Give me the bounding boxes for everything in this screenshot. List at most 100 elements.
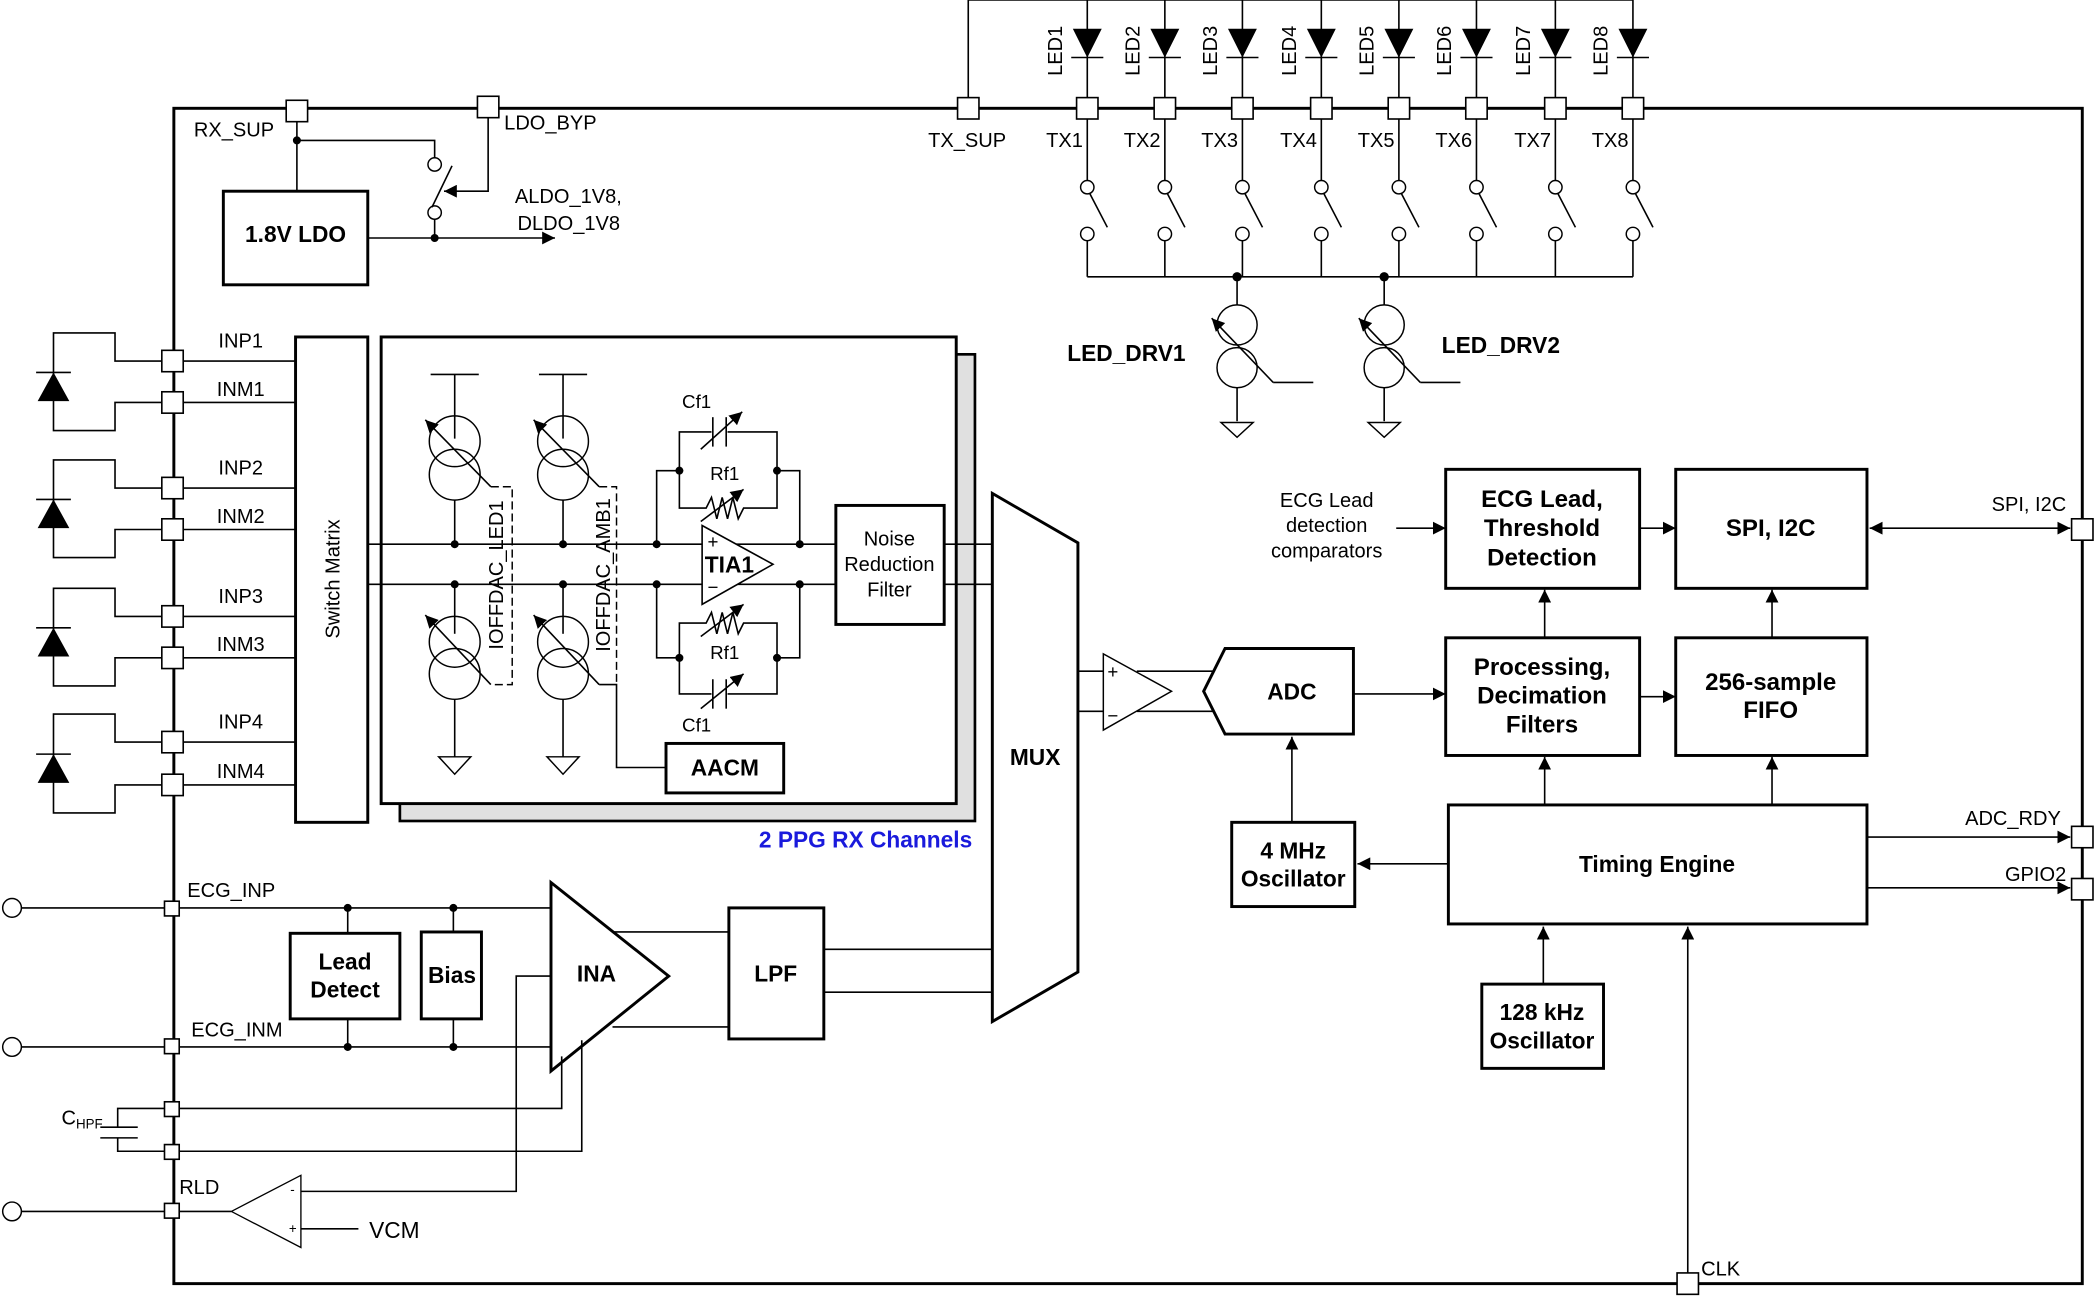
buffer-plus: + bbox=[1107, 661, 1118, 682]
bias-label: Bias bbox=[428, 962, 476, 988]
led-tx-channel: LED3 TX3 bbox=[1200, 0, 1264, 277]
rf1-top-label: Rf1 bbox=[710, 463, 739, 484]
led-tx-channel: LED4 TX4 bbox=[1279, 0, 1343, 277]
cf1-bottom-label: Cf1 bbox=[682, 714, 711, 735]
inm-pin bbox=[161, 773, 185, 797]
tx-label: TX5 bbox=[1358, 130, 1395, 152]
ppg-inputs: INP1 INM1 INP2 INM2 INP3 INM3 INP4 INM4 bbox=[36, 331, 296, 814]
ldo-output-label-1: ALDO_1V8, bbox=[515, 186, 622, 208]
tia-minus: − bbox=[707, 577, 718, 598]
tx-pin bbox=[1153, 96, 1177, 120]
nrf-label-2: Reduction bbox=[844, 554, 934, 576]
spi-i2c-pin bbox=[2070, 517, 2094, 541]
processing-label-3: Filters bbox=[1506, 712, 1578, 739]
led-label: LED1 bbox=[1045, 26, 1067, 76]
buffer-minus: − bbox=[1107, 705, 1118, 726]
fifo-label-1: 256-sample bbox=[1705, 669, 1836, 696]
led-tx-channel: LED6 TX6 bbox=[1434, 0, 1498, 277]
clk-pin-label: CLK bbox=[1701, 1259, 1741, 1281]
led-diode-icon bbox=[1150, 28, 1180, 58]
ecg-threshold-label-2: Threshold bbox=[1484, 515, 1600, 542]
nrf-label-3: Filter bbox=[867, 579, 912, 601]
lead-detect-label-1: Lead bbox=[319, 948, 372, 974]
timing-engine-label: Timing Engine bbox=[1579, 851, 1735, 877]
inm-label: INM4 bbox=[217, 761, 265, 783]
ppg-rx-channel: IOFFDAC_LED1 IOFFDAC_AMB1 Cf1 Rf1 Rf1 Cf… bbox=[367, 335, 993, 853]
chpf-label: CHPF bbox=[62, 1108, 103, 1132]
ecg-inm-pin bbox=[163, 1038, 181, 1055]
gpio2-pin bbox=[2070, 877, 2094, 901]
inp-label: INP4 bbox=[218, 712, 263, 734]
nrf-label-1: Noise bbox=[864, 529, 915, 551]
rf1-bottom-label: Rf1 bbox=[710, 642, 739, 663]
led-label: LED5 bbox=[1356, 26, 1378, 76]
ecg-section: ECG_INP ECG_INM Lead Detect Bias INA LPF bbox=[1, 879, 993, 1249]
rld-pin bbox=[163, 1202, 181, 1219]
led-driver-2: LED_DRV2 bbox=[1358, 276, 1560, 439]
ecg-lead-comparators-2: detection bbox=[1286, 515, 1367, 537]
tx-label: TX8 bbox=[1592, 130, 1629, 152]
tx-pin bbox=[1543, 96, 1567, 120]
tx-label: TX6 bbox=[1435, 130, 1472, 152]
osc-4mhz-block bbox=[1230, 820, 1357, 909]
led-tx-channel: LED7 TX7 bbox=[1513, 0, 1577, 277]
photodiode-input-pair: INP2 INM2 bbox=[36, 458, 296, 559]
led-tx-channel: LED1 TX1 bbox=[1045, 0, 1109, 277]
led-label: LED7 bbox=[1513, 26, 1535, 76]
osc-4mhz-label-1: 4 MHz bbox=[1260, 837, 1326, 863]
tx-label: TX4 bbox=[1280, 130, 1317, 152]
inm-label: INM2 bbox=[217, 506, 265, 528]
ppg-channels-caption: 2 PPG RX Channels bbox=[759, 827, 972, 853]
ecg-inp-pin bbox=[163, 900, 181, 917]
adc-rdy-pin bbox=[2070, 825, 2094, 849]
chpf-pin-1 bbox=[163, 1100, 181, 1118]
tx-pin bbox=[1230, 96, 1254, 120]
processing-label-2: Decimation bbox=[1477, 682, 1607, 709]
rx-sup-label: RX_SUP bbox=[194, 119, 274, 141]
tx-pin bbox=[1464, 96, 1488, 120]
inm-label: INM3 bbox=[217, 634, 265, 656]
ldo-label: 1.8V LDO bbox=[245, 221, 346, 247]
led-diode-icon bbox=[1540, 28, 1570, 58]
led-diode-icon bbox=[1227, 28, 1257, 58]
photodiode-input-pair: INP3 INM3 bbox=[36, 586, 296, 687]
tx-pin bbox=[1387, 96, 1411, 120]
chpf-pin-2 bbox=[163, 1143, 181, 1161]
photodiode-input-pair: INP1 INM1 bbox=[36, 331, 296, 432]
led-diode-icon bbox=[1618, 28, 1648, 58]
rx-sup-pin bbox=[285, 99, 309, 123]
led-label: LED3 bbox=[1200, 26, 1222, 76]
tx-pin bbox=[1075, 96, 1099, 120]
led-tx-channel: LED5 TX5 bbox=[1356, 0, 1420, 277]
led-label: LED4 bbox=[1279, 26, 1301, 76]
block-diagram: RX_SUP LDO_BYP 1.8V LDO ALDO_1V8, DLDO_1… bbox=[1, 0, 2094, 1296]
tx-sup-pin bbox=[956, 96, 980, 120]
ina-label: INA bbox=[577, 960, 616, 986]
led-diode-icon bbox=[1072, 28, 1102, 58]
led-driver-1: LED_DRV1 bbox=[1067, 276, 1314, 439]
inm-pin bbox=[161, 517, 185, 541]
led-drv1-label: LED_DRV1 bbox=[1067, 340, 1185, 366]
ioffdac-amb1-label: IOFFDAC_AMB1 bbox=[593, 498, 615, 652]
ldo-section: RX_SUP LDO_BYP 1.8V LDO ALDO_1V8, DLDO_1… bbox=[194, 95, 622, 287]
led-tx-channel: LED2 TX2 bbox=[1122, 0, 1186, 277]
adc-rdy-pin-label: ADC_RDY bbox=[1965, 808, 2061, 830]
processing-label-1: Processing, bbox=[1474, 654, 1610, 681]
ioffdac-led1-label: IOFFDAC_LED1 bbox=[486, 500, 508, 649]
led-drv2-label: LED_DRV2 bbox=[1442, 332, 1560, 358]
clk-pin bbox=[1676, 1272, 1700, 1296]
lead-detect-label-2: Detect bbox=[310, 976, 380, 1002]
inm-pin bbox=[161, 390, 185, 414]
switch-matrix-label: Switch Matrix bbox=[323, 519, 345, 638]
tx-label: TX2 bbox=[1124, 130, 1161, 152]
spi-i2c-block-label: SPI, I2C bbox=[1726, 515, 1816, 542]
adc-label: ADC bbox=[1267, 678, 1316, 704]
ecg-threshold-label-1: ECG Lead, bbox=[1481, 486, 1603, 513]
inp-label: INP2 bbox=[218, 458, 263, 480]
ldo-byp-pin bbox=[476, 95, 500, 119]
osc-4mhz-label-2: Oscillator bbox=[1241, 866, 1346, 892]
gpio2-pin-label: GPIO2 bbox=[2005, 864, 2066, 886]
tia-plus: + bbox=[707, 531, 718, 552]
ecg-inm-label: ECG_INM bbox=[191, 1019, 282, 1041]
mux-label: MUX bbox=[1010, 744, 1061, 770]
